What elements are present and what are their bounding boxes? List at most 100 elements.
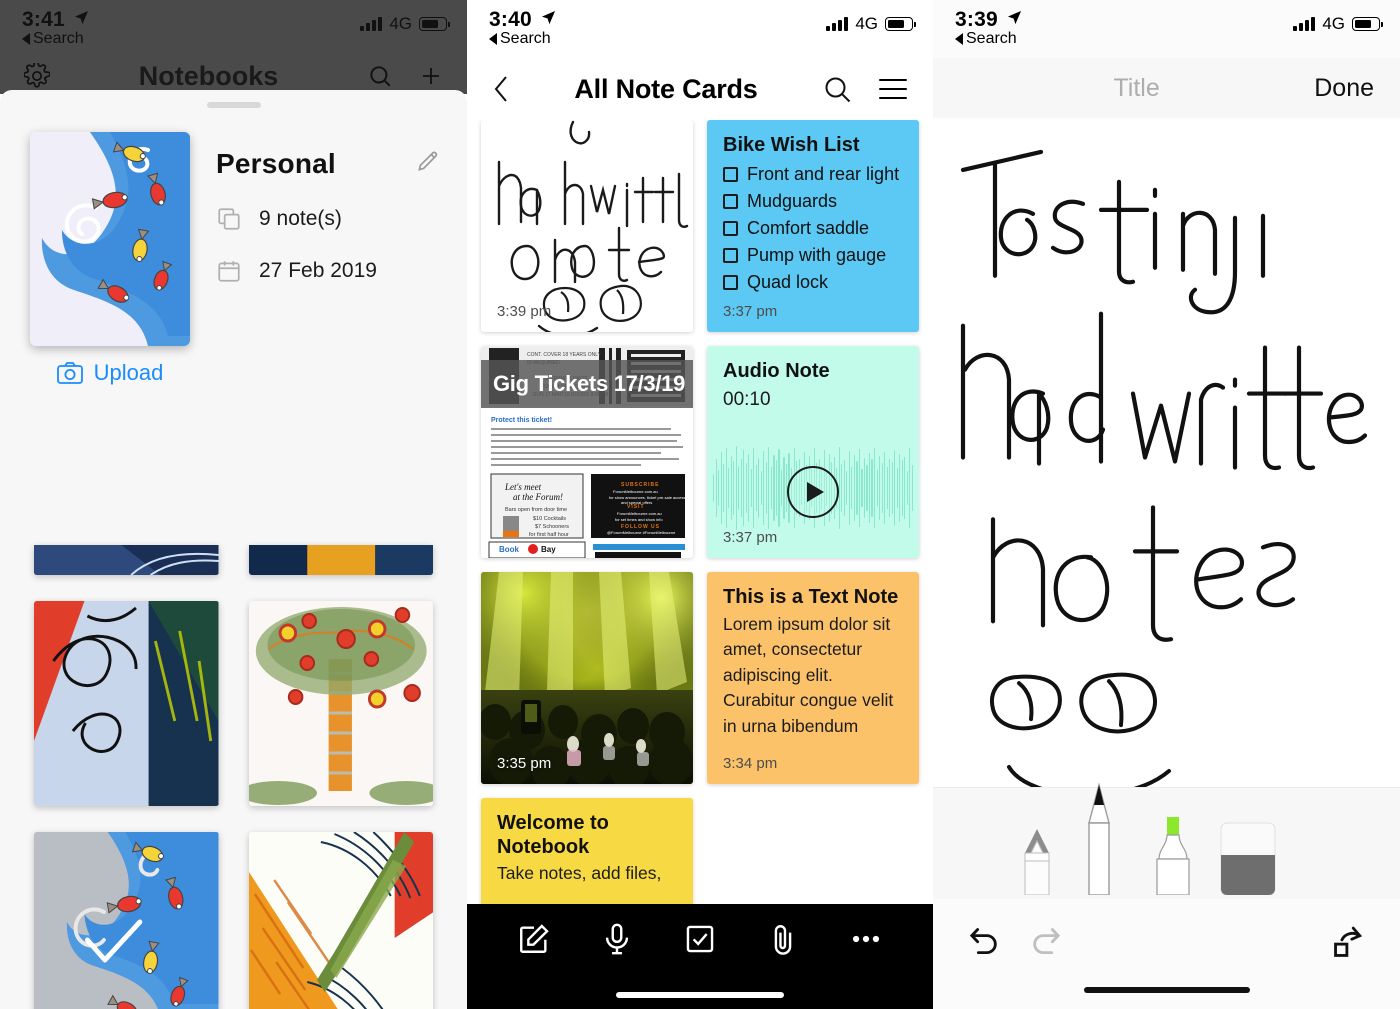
pencil-icon[interactable] xyxy=(415,148,441,174)
navbar-notebooks: Notebooks xyxy=(0,58,467,94)
note-card-ticket-image[interactable]: CONT. COVER 18 YEARS ONLYID REQUIREDTHE … xyxy=(481,346,693,558)
back-to-search[interactable]: Search xyxy=(22,30,89,48)
panel-notebook-detail: 3:41 Search 4G Notebooks Personal 9 note… xyxy=(0,0,467,1009)
notebook-detail-sheet: Personal 9 note(s) 27 Feb 2019 Upload xyxy=(0,90,467,1009)
more-icon[interactable] xyxy=(849,922,883,956)
svg-text:at the Forum!: at the Forum! xyxy=(513,492,563,502)
svg-text:and special offers: and special offers xyxy=(621,500,652,505)
cover-thumb-selected[interactable] xyxy=(34,832,219,1009)
checkbox-icon[interactable] xyxy=(723,220,738,236)
back-to-search[interactable]: Search xyxy=(489,30,556,48)
card-title: This is a Text Note xyxy=(723,586,899,608)
redo-icon[interactable] xyxy=(1029,925,1063,959)
card-timestamp: 3:37 pm xyxy=(723,529,778,546)
cover-thumb[interactable] xyxy=(34,545,219,575)
svg-text:ForumMelbourne.com.au: ForumMelbourne.com.au xyxy=(613,489,658,494)
checkbox-icon[interactable] xyxy=(723,247,738,263)
plus-icon[interactable] xyxy=(419,63,443,89)
svg-text:@ForumMelbourne #ForumMelbour: @ForumMelbourne #ForumMelbourne xyxy=(607,530,676,535)
status-right: 4G xyxy=(360,14,450,34)
triangle-left-icon xyxy=(489,33,497,45)
network-label: 4G xyxy=(1322,14,1345,33)
undo-icon[interactable] xyxy=(967,925,1001,959)
note-card-photo[interactable]: 3:35 pm xyxy=(481,572,693,784)
concert-photo xyxy=(481,572,693,784)
search-icon[interactable] xyxy=(824,76,851,103)
done-button[interactable]: Done xyxy=(1314,74,1374,103)
triangle-left-icon xyxy=(955,33,963,45)
navbar-sketch-editor: Title Done xyxy=(933,58,1400,118)
svg-text:Protect this ticket!: Protect this ticket! xyxy=(491,417,552,424)
audio-duration: 00:10 xyxy=(723,388,771,410)
svg-text:Bars open from door time: Bars open from door time xyxy=(505,507,567,513)
note-card-checklist[interactable]: Bike Wish List Front and rear light Mudg… xyxy=(707,120,919,332)
battery-icon xyxy=(1352,17,1383,31)
panel-sketch-editor: 3:39 Search 4G Title Done xyxy=(933,0,1400,1009)
cover-thumb[interactable] xyxy=(248,545,433,575)
checkbox-icon[interactable] xyxy=(723,193,738,209)
checklist-item[interactable]: Quad lock xyxy=(723,272,903,293)
upload-label: Upload xyxy=(93,360,164,385)
drawing-canvas[interactable] xyxy=(933,118,1400,787)
note-card-welcome[interactable]: Welcome to Notebook Take notes, add file… xyxy=(481,798,693,910)
card-title: Audio Note xyxy=(723,360,830,382)
note-card-audio[interactable]: Audio Note 00:10 3:37 pm xyxy=(707,346,919,558)
battery-icon xyxy=(885,17,916,31)
notebook-cover-thumbnail[interactable] xyxy=(30,132,190,346)
chevron-left-icon[interactable] xyxy=(493,75,508,103)
note-card-text[interactable]: This is a Text Note Lorem ipsum dolor si… xyxy=(707,572,919,784)
checklist-label: Quad lock xyxy=(747,271,829,292)
checklist-item[interactable]: Mudguards xyxy=(723,191,903,212)
bottom-toolbar xyxy=(467,904,933,1009)
signal-bars-icon xyxy=(826,17,849,31)
back-to-search[interactable]: Search xyxy=(955,30,1022,48)
status-bar-1: 3:41 Search 4G xyxy=(0,0,467,58)
gear-icon[interactable] xyxy=(24,63,50,89)
status-time: 3:39 xyxy=(955,8,998,31)
svg-text:SUBSCRIBE: SUBSCRIBE xyxy=(621,482,659,488)
cover-picker-grid xyxy=(0,545,467,1009)
checkbox-icon[interactable] xyxy=(683,922,717,956)
note-card-handwriting[interactable]: 3:39 pm xyxy=(481,120,693,332)
card-body: Take notes, add files, xyxy=(497,863,662,884)
navbar-title: Notebooks xyxy=(138,60,279,91)
card-body: Lorem ipsum dolor sit amet, consectetur … xyxy=(723,613,894,736)
battery-icon xyxy=(419,17,450,31)
checklist-item[interactable]: Comfort saddle xyxy=(723,218,903,239)
svg-text:for first half hour: for first half hour xyxy=(529,532,569,538)
cover-thumb[interactable] xyxy=(248,601,433,806)
pen-tool[interactable] xyxy=(1081,782,1117,900)
highlighter-tool[interactable] xyxy=(1145,815,1199,900)
rotate-icon[interactable] xyxy=(1332,925,1366,959)
svg-text:$7 Schooners: $7 Schooners xyxy=(535,524,569,530)
search-icon[interactable] xyxy=(367,63,393,89)
cover-thumb[interactable] xyxy=(34,601,219,806)
home-indicator xyxy=(1083,987,1250,993)
upload-button[interactable]: Upload xyxy=(30,360,190,386)
title-input[interactable]: Title xyxy=(959,74,1314,103)
panel-all-note-cards: 3:40 Search 4G All Note Cards 3:39 pm Bi… xyxy=(467,0,933,1009)
compose-icon[interactable] xyxy=(517,922,551,956)
back-label: Search xyxy=(500,30,551,47)
svg-text:Let's meet: Let's meet xyxy=(504,482,542,492)
eraser-tool[interactable] xyxy=(1219,821,1277,900)
microphone-icon[interactable] xyxy=(600,922,634,956)
checkbox-icon[interactable] xyxy=(723,166,738,182)
three-phone-screenshots: 3:41 Search 4G Notebooks Personal 9 note… xyxy=(0,0,1400,1009)
pencil-tool[interactable] xyxy=(1018,827,1056,900)
cover-thumb[interactable] xyxy=(248,832,433,1009)
note-count-row: 9 note(s) xyxy=(216,206,441,232)
copy-icon xyxy=(218,208,240,230)
hamburger-icon[interactable] xyxy=(879,79,907,99)
checklist-item[interactable]: Pump with gauge xyxy=(723,245,903,266)
card-title: Bike Wish List xyxy=(723,134,860,156)
paperclip-icon[interactable] xyxy=(766,922,800,956)
status-time: 3:41 xyxy=(22,8,65,31)
navbar-actions xyxy=(824,76,907,103)
play-icon[interactable] xyxy=(787,466,839,518)
status-bar-3: 3:39 Search 4G xyxy=(933,0,1400,58)
card-title: Welcome to Notebook xyxy=(497,812,609,858)
checkbox-icon[interactable] xyxy=(723,274,738,290)
notebook-meta: Personal 9 note(s) 27 Feb 2019 xyxy=(216,132,467,346)
checklist-item[interactable]: Front and rear light xyxy=(723,164,903,185)
